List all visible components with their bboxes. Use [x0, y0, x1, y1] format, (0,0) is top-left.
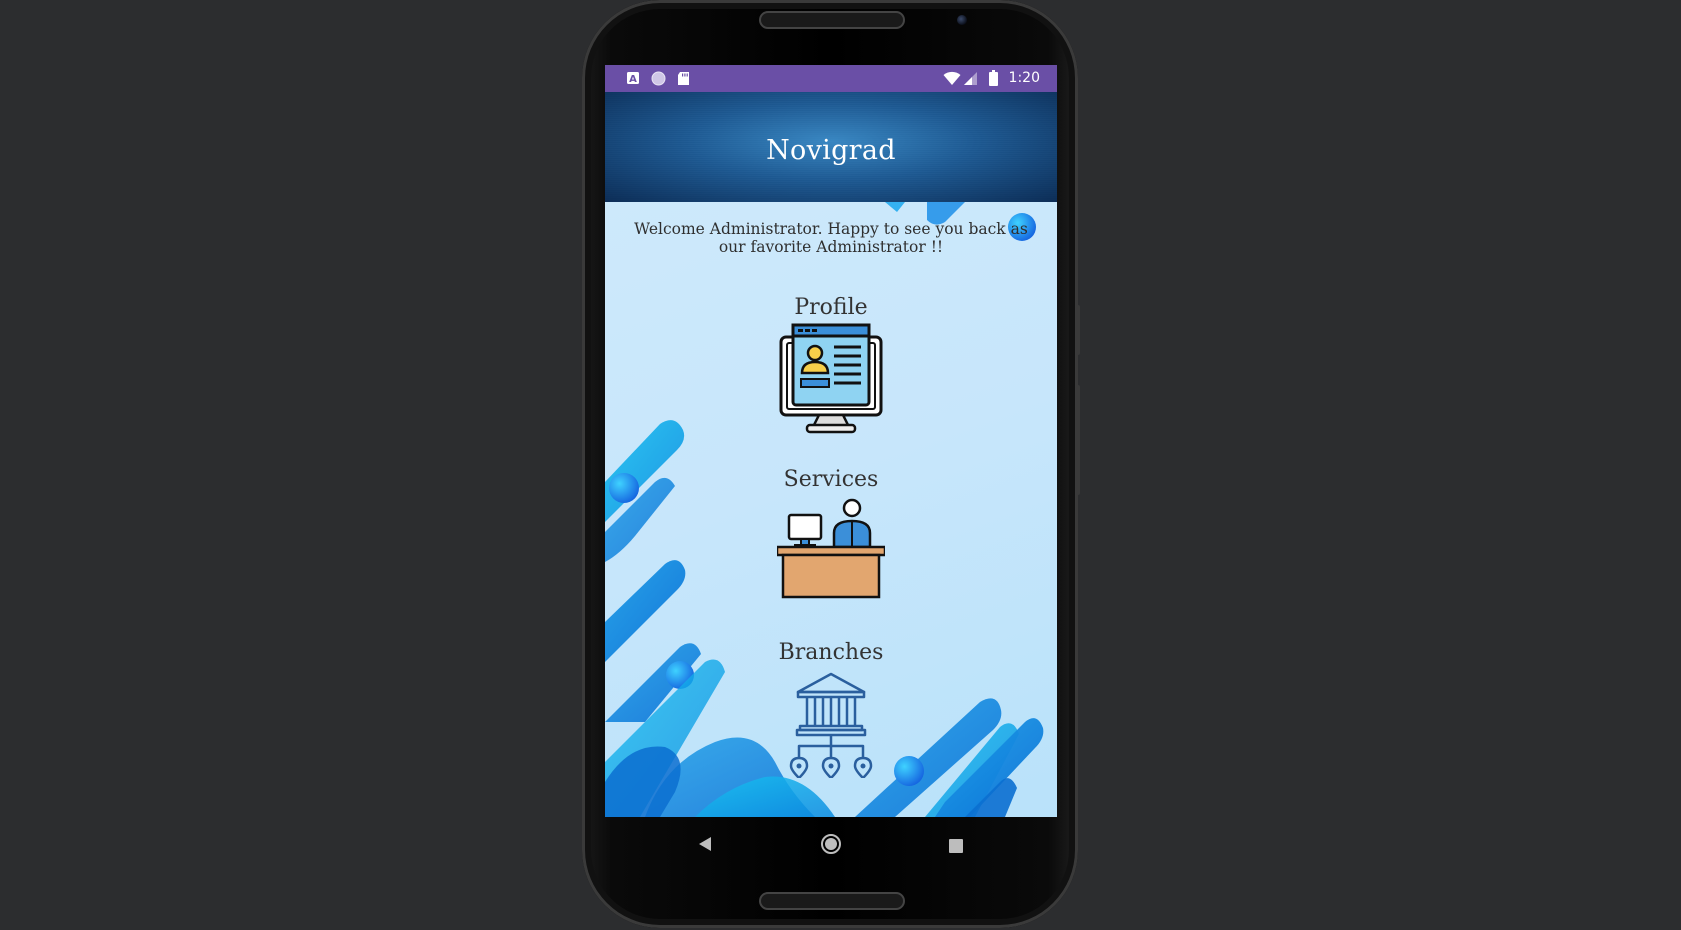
services-label: Services — [783, 467, 879, 492]
services-button[interactable] — [775, 497, 887, 599]
signal-icon — [963, 71, 978, 90]
status-bar: A 1:20 — [605, 65, 1057, 92]
back-icon[interactable] — [698, 836, 712, 856]
nav-bar — [605, 817, 1057, 872]
home-icon[interactable] — [820, 833, 842, 859]
branches-button[interactable] — [787, 670, 875, 780]
main-content: Welcome Administrator. Happy to see you … — [605, 202, 1057, 817]
sd-card-icon — [677, 71, 690, 90]
circle-icon — [651, 71, 666, 90]
volume-button — [1076, 385, 1080, 495]
branches-bank-icon — [789, 672, 873, 780]
front-camera — [957, 15, 967, 25]
svg-text:A: A — [629, 74, 637, 85]
power-button — [1076, 305, 1080, 355]
battery-icon — [989, 70, 998, 90]
service-desk-icon — [775, 498, 887, 599]
status-time: 1:20 — [1008, 70, 1040, 86]
profile-button[interactable] — [779, 323, 883, 435]
device-screen: A 1:20 Novigrad Welcome Administrator. H… — [605, 65, 1057, 817]
profile-monitor-icon — [779, 323, 883, 434]
recents-icon[interactable] — [949, 838, 963, 857]
bottom-speaker — [759, 892, 905, 910]
branches-label: Branches — [778, 640, 884, 665]
top-speaker — [759, 11, 905, 29]
app-title: Novigrad — [766, 135, 896, 166]
app-bar: Novigrad — [605, 92, 1057, 202]
welcome-message: Welcome Administrator. Happy to see you … — [634, 220, 1028, 256]
a-letter-icon: A — [626, 71, 640, 89]
profile-label: Profile — [794, 295, 868, 320]
wifi-icon — [943, 71, 961, 90]
